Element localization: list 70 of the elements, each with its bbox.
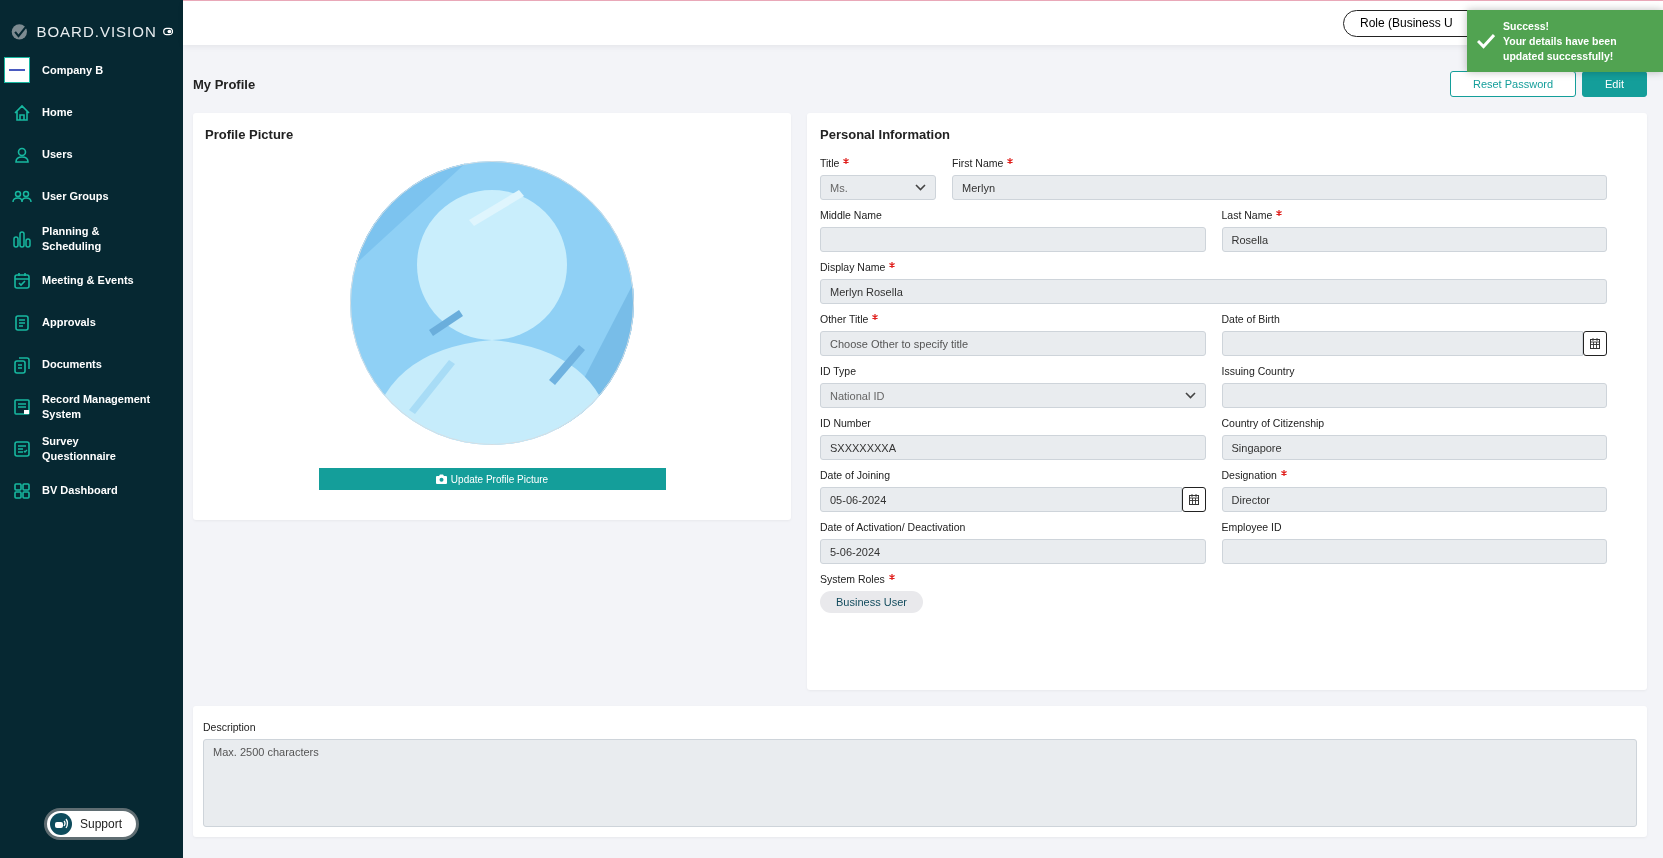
calendar-icon [1188, 494, 1199, 505]
input-field[interactable] [820, 227, 1206, 252]
checklist-icon [12, 439, 32, 459]
select-field[interactable]: National ID [820, 383, 1206, 408]
camera-icon [435, 474, 447, 484]
company-logo [4, 57, 30, 83]
toggle-icon[interactable] [162, 26, 173, 36]
date-field[interactable] [1221, 331, 1583, 356]
field-label: ID Number [820, 416, 871, 430]
field-label: Last Name [1221, 208, 1273, 222]
user-icon [12, 145, 32, 165]
support-button[interactable]: Support [44, 808, 139, 840]
chat-icon [50, 813, 72, 835]
field-label: Date of Birth [1221, 312, 1280, 326]
select-field[interactable]: Ms. [820, 175, 936, 200]
description-field[interactable]: Max. 2500 characters [203, 739, 1637, 827]
sidebar-item[interactable]: Home [0, 92, 183, 134]
input-field[interactable]: SXXXXXXXA [820, 435, 1206, 460]
grid-icon [12, 481, 32, 501]
date-field[interactable]: 05-06-2024 [820, 487, 1182, 512]
card-title: Profile Picture [205, 127, 294, 142]
input-field[interactable]: Choose Other to specify title [820, 331, 1206, 356]
input-field[interactable]: 5-06-2024 [820, 539, 1206, 564]
home-icon [12, 103, 32, 123]
field-label: Country of Citizenship [1221, 416, 1325, 430]
field-label: ID Type [820, 364, 856, 378]
input-field[interactable] [1221, 539, 1607, 564]
field-label: System Roles [820, 572, 885, 586]
card-title: Personal Information [820, 127, 951, 142]
bar-chart-icon [12, 229, 32, 249]
record-icon [12, 397, 32, 417]
calendar-button[interactable] [1181, 487, 1206, 512]
field-label: Middle Name [820, 208, 882, 222]
documents-icon [12, 355, 32, 375]
input-field[interactable]: Singapore [1221, 435, 1607, 460]
field-label: Date of Activation/ Deactivation [820, 520, 966, 534]
check-icon [1477, 33, 1495, 49]
sidebar-item[interactable]: Planning & Scheduling [0, 218, 183, 260]
field-label: Display Name [820, 260, 886, 274]
field-label: First Name [952, 156, 1004, 170]
input-field[interactable] [1221, 383, 1607, 408]
field-label: Designation [1221, 468, 1277, 482]
field-label: Employee ID [1221, 520, 1282, 534]
sidebar-item[interactable]: Meeting & Events [0, 260, 183, 302]
input-field[interactable]: Director [1221, 487, 1607, 512]
page-title: My Profile [193, 77, 257, 92]
field-label: Date of Joining [820, 468, 891, 482]
field-label: Issuing Country [1221, 364, 1295, 378]
sidebar-item[interactable]: Documents [0, 344, 183, 386]
company-name: Company B [42, 64, 104, 76]
sidebar-item[interactable]: Approvals [0, 302, 183, 344]
chevron-down-icon [915, 184, 926, 191]
sidebar-item[interactable]: BV Dashboard [0, 470, 183, 512]
field-label: Description [203, 720, 257, 734]
field-label: Title [820, 156, 840, 170]
input-field[interactable]: Merlyn Rosella [820, 279, 1607, 304]
sidebar-item[interactable]: Users [0, 134, 183, 176]
calendar-button[interactable] [1583, 331, 1607, 356]
sidebar-item[interactable]: User Groups [0, 176, 183, 218]
calendar-check-icon [12, 271, 32, 291]
sidebar-item[interactable]: Record Management System [0, 386, 183, 428]
document-icon [12, 313, 32, 333]
input-field[interactable]: Rosella [1221, 227, 1607, 252]
sidebar-item[interactable]: Survey Questionnaire [0, 428, 183, 470]
input-field[interactable]: Merlyn [952, 175, 1607, 200]
calendar-icon [1590, 338, 1600, 349]
field-label: Other Title [820, 312, 869, 326]
role-chip: Business User [820, 591, 923, 613]
brand-name: BOARD.VISION [36, 22, 157, 40]
chevron-down-icon [1184, 392, 1196, 399]
